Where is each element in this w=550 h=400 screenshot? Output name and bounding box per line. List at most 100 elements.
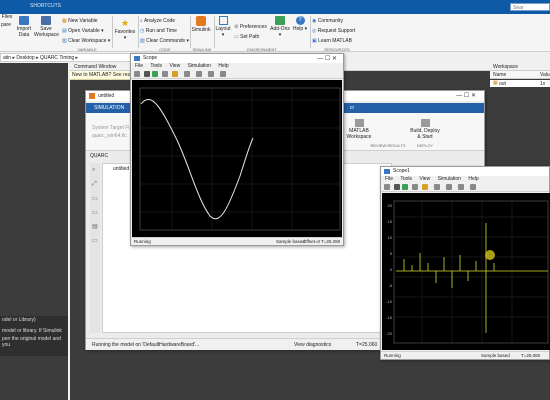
menu-tools[interactable]: Tools (400, 176, 412, 182)
workspace-col-name: Name (493, 72, 507, 78)
settings-icon[interactable] (134, 71, 140, 77)
workspace-title: Workspace (490, 63, 550, 71)
gear-icon: ⚙ (234, 24, 239, 30)
workspace-row[interactable]: ▦ out 1x (490, 80, 550, 87)
matlab-workspace-button[interactable]: MATLAB Workspace (344, 119, 374, 140)
menu-file[interactable]: File (135, 63, 143, 69)
scope1-toolbar (381, 183, 549, 192)
shortcuts-tab[interactable]: SHORTCUTS (30, 3, 61, 9)
scope-toolbar (131, 70, 343, 79)
workspace-col-value: Valu (540, 72, 550, 78)
tab-simulation[interactable]: SIMULATION (94, 105, 124, 111)
scope1-menubar: File Tools View Simulation Help (381, 176, 549, 183)
save-workspace-button[interactable]: Save Workspace (34, 16, 59, 38)
add-ons-button[interactable]: Add-Ons ▾ (270, 16, 290, 38)
y-tick-label: 0 (390, 267, 393, 272)
menu-simulation[interactable]: Simulation (438, 176, 461, 182)
review-results-label: REVIEW RESULTS (370, 143, 406, 148)
details-panel: odel or Library) model or library. If Si… (0, 316, 68, 356)
stop-icon[interactable] (394, 184, 400, 190)
stop-icon[interactable] (144, 71, 150, 77)
help-icon: ? (295, 16, 305, 25)
tree-item-untitled: untitled (113, 166, 130, 172)
triggers-icon[interactable] (208, 71, 214, 77)
run-and-time-button[interactable]: ◷ Run and Time (140, 28, 177, 34)
workspace-header: Name Valu (490, 71, 550, 79)
cursor-icon[interactable] (220, 71, 226, 77)
section-variable-label: VARIABLE (77, 47, 97, 52)
triggers-icon[interactable] (458, 184, 464, 190)
menu-view[interactable]: View (419, 176, 430, 182)
highlight-icon[interactable] (422, 184, 428, 190)
preferences-button[interactable]: ⚙ Preferences (234, 24, 267, 30)
section-environment-label: ENVIRONMENT (247, 47, 277, 52)
run-icon[interactable] (152, 71, 158, 77)
menu-help[interactable]: Help (468, 176, 478, 182)
community-button[interactable]: ◉ Community (312, 18, 343, 24)
add-ons-icon (275, 16, 285, 25)
build-deploy-button[interactable]: Build, Deploy & Start (408, 119, 442, 140)
scope1-window[interactable]: Scope1 File Tools View Simulation Help 2 (380, 166, 550, 360)
new-variable-button[interactable]: ▦ New Variable (62, 18, 98, 24)
step-icon[interactable] (412, 184, 418, 190)
address-bar[interactable]: atin ▸ Desktop ▸ QUARC Timing ▸ (0, 53, 135, 62)
layout-button[interactable]: Layout ▾ (215, 16, 231, 38)
quarc-label: QUARC (90, 153, 109, 159)
run-icon[interactable] (402, 184, 408, 190)
step-icon[interactable] (162, 71, 168, 77)
section-resources-label: RESOURCES (324, 47, 350, 52)
search-input[interactable]: Sear (510, 3, 550, 11)
menu-help[interactable]: Help (218, 63, 228, 69)
menu-file[interactable]: File (385, 176, 393, 182)
import-data-button[interactable]: Import Data (14, 16, 34, 38)
simulink-button[interactable]: Simulink (191, 16, 211, 33)
help-button[interactable]: ? Help ▾ (291, 16, 309, 32)
y-tick-label: -20 (386, 331, 393, 336)
scope1-trace (396, 223, 548, 333)
favorites-button[interactable]: ★ Favorites ▾ (114, 18, 136, 41)
section-code-label: CODE (159, 47, 171, 52)
workspace-var-icon: ▦ (493, 80, 498, 86)
scope-menubar: File Tools View Simulation Help (131, 63, 343, 70)
deploy-label: DEPLOY (416, 143, 434, 148)
section-simulink-label: SIMULINK (192, 47, 212, 52)
cursor-icon[interactable] (470, 184, 476, 190)
ribbon: pare Files Import Data Save Workspace ▦ … (0, 14, 550, 52)
compare-button[interactable]: pare (0, 22, 12, 28)
menu-view[interactable]: View (169, 63, 180, 69)
autoscale-icon[interactable] (446, 184, 452, 190)
workspace-icon (354, 119, 364, 127)
learn-matlab-button[interactable]: ▣ Learn MATLAB (312, 38, 352, 44)
menu-simulation[interactable]: Simulation (188, 63, 211, 69)
analyze-code-button[interactable]: ⌕ Analyze Code (140, 18, 175, 24)
scope1-plot-area[interactable]: 20 15 10 5 0 -5 -10 -15 -20 (382, 193, 550, 350)
settings-icon[interactable] (384, 184, 390, 190)
scope-window[interactable]: Scope — ☐ ✕ File Tools View Simulation H… (130, 53, 344, 246)
simulink-palette: ⌕ ⤢ ▭ ▭ ▤ ▭ (90, 163, 100, 333)
zoom-icon[interactable] (184, 71, 190, 77)
build-icon (420, 119, 430, 127)
y-tick-label: -5 (388, 283, 392, 288)
scope-trace (140, 98, 254, 220)
save-icon (41, 16, 51, 25)
highlight-icon[interactable] (172, 71, 178, 77)
autoscale-icon[interactable] (196, 71, 202, 77)
system-target-label: System Target Fi (92, 125, 130, 131)
set-path-button[interactable]: ▭ Set Path (234, 34, 259, 40)
layout-icon (218, 16, 228, 25)
files-button[interactable]: Files (0, 14, 14, 20)
zoom-icon[interactable] (434, 184, 440, 190)
scope-plot-area[interactable] (132, 80, 342, 237)
menu-tools[interactable]: Tools (150, 63, 162, 69)
simulink-icon-small (89, 93, 95, 99)
view-diagnostics-link[interactable]: View diagnostics (294, 342, 331, 348)
scope-title-bar: Scope — ☐ ✕ (131, 54, 343, 63)
scope-plot-svg (139, 87, 341, 231)
left-panel-bottom (0, 356, 68, 400)
request-support-button[interactable]: ◎ Request Support (312, 28, 355, 34)
scope-grid (140, 88, 340, 230)
open-variable-button[interactable]: ▤ Open Variable ▾ (62, 28, 104, 34)
clear-commands-button[interactable]: ▧ Clear Commands ▾ (140, 38, 189, 44)
clear-workspace-button[interactable]: ▥ Clear Workspace ▾ (62, 38, 110, 44)
scope-icon (134, 56, 140, 61)
